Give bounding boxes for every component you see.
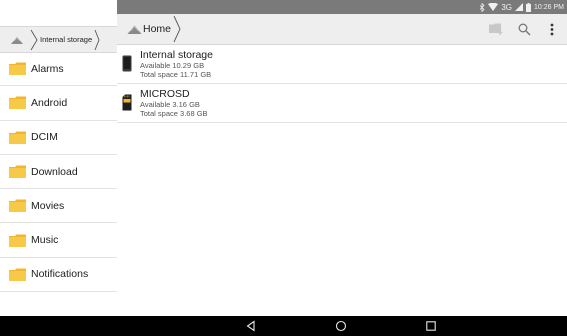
storage-name: Internal storage [140, 49, 213, 61]
drawer-top-spacer [0, 0, 117, 14]
folder-label: Alarms [31, 62, 64, 75]
phone-storage-icon [122, 55, 132, 72]
folder-icon [9, 131, 26, 144]
toolbar: Home [117, 14, 567, 45]
overflow-menu-icon [550, 23, 554, 35]
folder-label: DCIM [31, 131, 58, 144]
storage-available: Available 3.16 GB [140, 100, 200, 109]
folder-icon [9, 268, 26, 281]
folder-label: Movies [31, 199, 65, 212]
folder-icon [9, 234, 26, 247]
status-icons: 3G 10:26 PM [479, 2, 564, 12]
home-icon[interactable] [10, 35, 24, 45]
navigation-bar [117, 316, 567, 336]
breadcrumb-separator-icon [94, 29, 100, 50]
storage-total: Total space 3.68 GB [140, 109, 208, 118]
bluetooth-icon [480, 2, 485, 12]
folder-icon [9, 165, 26, 179]
status-bar: 3G 10:26 PM [117, 0, 567, 14]
network-type: 3G [501, 2, 513, 12]
sd-card-icon [122, 94, 132, 111]
folder-icon [9, 199, 26, 213]
search-icon [518, 23, 531, 36]
folder-list: Alarms Android DCIM Download Movies Musi… [0, 52, 117, 293]
storage-available: Available 10.29 GB [140, 61, 205, 70]
battery-icon [526, 2, 532, 12]
drawer-breadcrumb: Internal storage [0, 26, 117, 53]
folder-item-alarms[interactable]: Alarms [0, 52, 117, 87]
signal-icon [515, 3, 524, 11]
storage-list: Internal storage Available 10.29 GB Tota… [117, 45, 567, 123]
folder-icon [9, 96, 26, 110]
toolbar-actions [489, 22, 559, 36]
back-icon[interactable] [245, 320, 257, 332]
folder-item-notifications[interactable]: Notifications [0, 258, 117, 293]
overflow-menu-button[interactable] [545, 22, 559, 36]
folder-icon [9, 62, 26, 76]
breadcrumb-current[interactable]: Internal storage [40, 35, 92, 44]
drawer-bottom-bar [0, 316, 117, 336]
home-icon[interactable] [335, 320, 347, 332]
file-manager-screen: Internal storage Alarms Android DCIM Dow… [0, 0, 567, 336]
storage-text: MICROSD Available 3.16 GB Total space 3.… [140, 88, 208, 118]
folder-item-music[interactable]: Music [0, 223, 117, 258]
status-time: 10:26 PM [534, 3, 564, 11]
search-button[interactable] [517, 22, 531, 36]
storage-total: Total space 11.71 GB [140, 70, 212, 79]
storage-name: MICROSD [140, 88, 190, 100]
folder-label: Music [31, 234, 59, 247]
recents-icon[interactable] [425, 320, 437, 332]
folder-item-movies[interactable]: Movies [0, 189, 117, 224]
new-folder-button[interactable] [489, 22, 503, 36]
storage-item-sdcard[interactable]: MICROSD Available 3.16 GB Total space 3.… [117, 84, 567, 123]
folder-item-download[interactable]: Download [0, 155, 117, 190]
wifi-icon [488, 3, 499, 11]
new-folder-icon [489, 23, 503, 35]
folder-label: Android [31, 96, 68, 109]
folder-item-android[interactable]: Android [0, 86, 117, 121]
folder-label: Download [31, 165, 78, 178]
breadcrumb-home[interactable]: Home [143, 23, 171, 35]
storage-text: Internal storage Available 10.29 GB Tota… [140, 49, 213, 79]
folder-label: Notifications [31, 268, 89, 281]
storage-item-internal[interactable]: Internal storage Available 10.29 GB Tota… [117, 45, 567, 84]
folder-drawer: Internal storage Alarms Android DCIM Dow… [0, 0, 117, 336]
breadcrumb-separator-icon [30, 29, 38, 50]
folder-item-dcim[interactable]: DCIM [0, 121, 117, 155]
home-icon[interactable] [127, 24, 142, 35]
breadcrumb-separator-icon [173, 15, 181, 43]
